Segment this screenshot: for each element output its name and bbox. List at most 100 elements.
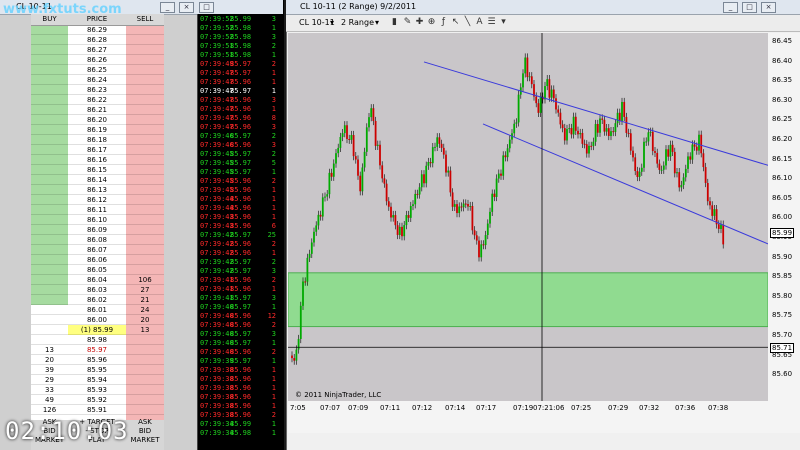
price-cell[interactable]: 85.93 [68, 385, 126, 395]
price-cell[interactable]: 86.03 [68, 285, 126, 295]
price-cell[interactable]: 86.05 [68, 265, 126, 275]
price-cell[interactable]: 86.20 [68, 115, 126, 125]
price-cell[interactable]: 86.27 [68, 45, 126, 55]
price-cell[interactable]: 86.26 [68, 55, 126, 65]
price-cell[interactable]: 86.06 [68, 255, 126, 265]
text-icon[interactable]: A [474, 17, 485, 28]
candle-body [506, 148, 509, 158]
pointer-icon[interactable]: ↖ [450, 17, 461, 28]
time-axis[interactable]: 7:05 07:07 07:09 07:11 07:12 07:14 07:17 07:19 0… [288, 401, 768, 433]
price-cell[interactable]: 85.91 [68, 405, 126, 415]
price-cell[interactable]: 85.95 [68, 365, 126, 375]
price-cell[interactable]: 86.11 [68, 205, 126, 215]
price-cell[interactable]: 86.16 [68, 155, 126, 165]
close-icon[interactable]: × [761, 2, 776, 13]
trade-price: 85.98 [230, 51, 252, 59]
candle-body [704, 167, 707, 183]
price-cell[interactable]: 86.04 [68, 275, 126, 285]
price-cell[interactable]: 86.00 [68, 315, 126, 325]
price-cell[interactable]: (1) 85.99 [68, 325, 126, 335]
price-cell[interactable]: 86.07 [68, 245, 126, 255]
price-chart-plot[interactable] [287, 33, 769, 401]
price-cell[interactable]: 85.98 [68, 335, 126, 345]
price-cell[interactable]: 86.22 [68, 95, 126, 105]
price-tick: 86.05 [772, 193, 793, 202]
trade-time: 07:39:47 [200, 78, 234, 86]
price-cell[interactable]: 86.24 [68, 75, 126, 85]
trade-size: 1 [271, 285, 276, 293]
buy-column[interactable] [31, 25, 68, 305]
chevron-down-icon[interactable]: ▾ [498, 17, 509, 28]
price-cell[interactable]: 85.92 [68, 395, 126, 405]
trade-time: 07:39:47 [200, 96, 234, 104]
chevron-down-icon[interactable]: ▾ [330, 18, 334, 27]
candle-body [293, 358, 296, 361]
trade-size: 1 [271, 78, 276, 86]
candle-body [475, 235, 478, 241]
channel-upper-line[interactable] [423, 61, 769, 166]
candle-body [605, 128, 608, 132]
trade-size: 1 [271, 402, 276, 410]
pencil-icon[interactable]: ✎ [402, 17, 413, 28]
maximize-icon[interactable]: □ [742, 2, 757, 13]
candle-body [486, 223, 489, 236]
price-cell[interactable]: 86.25 [68, 65, 126, 75]
fx-icon[interactable]: ƒ [438, 17, 449, 28]
trade-size: 1 [271, 213, 276, 221]
bar-chart-icon[interactable]: ▮ [389, 17, 400, 28]
period-selector[interactable]: 2 Range [341, 18, 374, 27]
price-cell[interactable]: 86.19 [68, 125, 126, 135]
candle-body [592, 141, 595, 147]
candle-body [693, 144, 696, 147]
price-cell[interactable]: 86.18 [68, 135, 126, 145]
minimize-icon[interactable]: _ [723, 2, 738, 13]
price-cell[interactable]: 86.12 [68, 195, 126, 205]
crosshair-icon[interactable]: ✚ [414, 17, 425, 28]
price-cell[interactable]: 86.08 [68, 235, 126, 245]
price-cell[interactable]: 85.96 [68, 355, 126, 365]
trade-time: 07:39:42 [200, 258, 234, 266]
close-icon[interactable]: × [179, 2, 194, 13]
candle-body [418, 187, 421, 195]
bid-right-label[interactable]: BID [126, 427, 164, 436]
price-cell[interactable]: 86.13 [68, 185, 126, 195]
ask-right-label[interactable]: ASK [126, 418, 164, 427]
candle-body [566, 129, 568, 141]
chevron-down-icon[interactable]: ▾ [375, 18, 379, 27]
trade-time: 07:39:47 [200, 87, 234, 95]
price-cell[interactable]: 86.10 [68, 215, 126, 225]
chart-svg[interactable] [287, 33, 769, 401]
trade-time: 07:39:46 [200, 132, 234, 140]
ask-size-cell: 27 [140, 286, 150, 294]
price-cell[interactable]: 86.15 [68, 165, 126, 175]
market-right-button[interactable]: MARKET [126, 436, 164, 445]
price-cell[interactable]: 86.29 [68, 25, 126, 35]
trade-time: 07:39:38 [200, 366, 234, 374]
price-cell[interactable]: 86.28 [68, 35, 126, 45]
price-cell[interactable]: 86.23 [68, 85, 126, 95]
minimize-icon[interactable]: _ [160, 2, 175, 13]
price-cell[interactable]: 86.02 [68, 295, 126, 305]
channel-lower-line[interactable] [482, 123, 769, 245]
candle-body [638, 171, 641, 177]
support-zone[interactable] [287, 272, 769, 328]
price-cell[interactable]: 86.09 [68, 225, 126, 235]
zoom-icon[interactable]: ⊕ [426, 17, 437, 28]
price-cell[interactable]: 86.17 [68, 145, 126, 155]
dom-left-margin [0, 15, 31, 450]
properties-icon[interactable]: ☰ [486, 17, 497, 28]
price-cell[interactable]: 86.01 [68, 305, 126, 315]
line-draw-icon[interactable]: ╲ [462, 17, 473, 28]
candle-body [645, 141, 648, 143]
candle-body [445, 154, 447, 173]
trade-size: 2 [271, 258, 276, 266]
candle-body [660, 169, 663, 171]
candle-body [588, 145, 590, 154]
price-cell[interactable]: 85.97 [68, 345, 126, 355]
price-cell[interactable]: 86.21 [68, 105, 126, 115]
price-cell[interactable]: 85.94 [68, 375, 126, 385]
trade-row: 07:39:47 85.96 3 [200, 123, 280, 132]
price-cell[interactable]: 86.14 [68, 175, 126, 185]
trade-time: 07:39:52 [200, 15, 234, 23]
price-axis[interactable]: 86.45 86.40 86.35 86.30 86.25 86.20 86.15 86.10… [768, 33, 800, 433]
